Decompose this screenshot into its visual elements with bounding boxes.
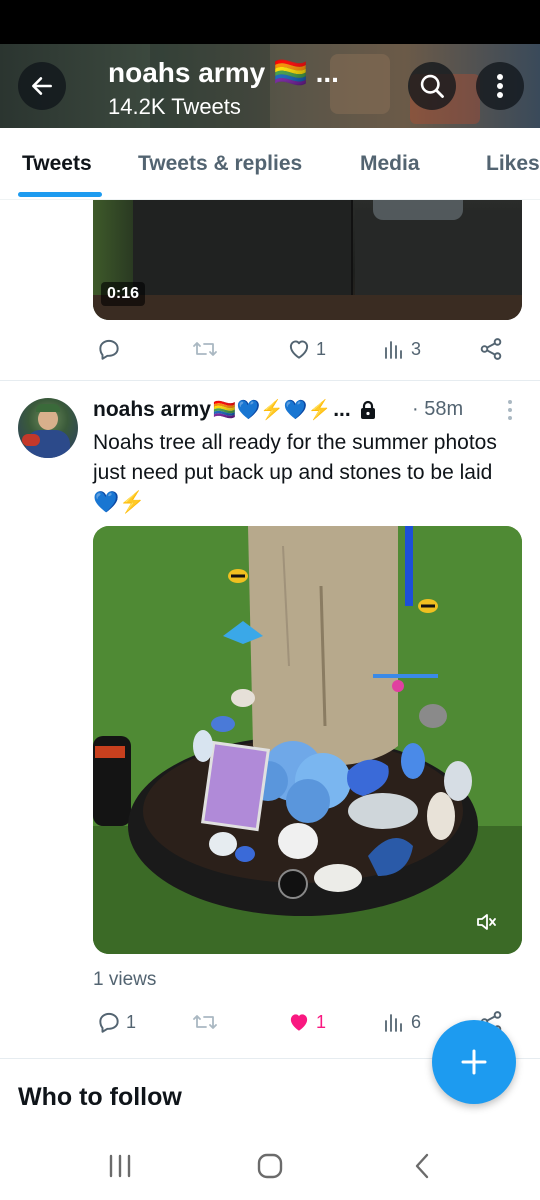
heart-icon	[290, 1014, 308, 1031]
tab-tweets-replies[interactable]: Tweets & replies	[138, 152, 302, 176]
retweet-button[interactable]	[191, 336, 223, 362]
tab-likes[interactable]: Likes	[486, 152, 540, 176]
like-count: 1	[316, 338, 327, 359]
video-scene-shape	[355, 210, 522, 300]
share-button[interactable]	[478, 336, 504, 362]
system-nav-bar	[0, 1130, 540, 1200]
plus-icon	[461, 1049, 487, 1075]
recent-apps-icon	[109, 1154, 131, 1178]
tab-tweets[interactable]: Tweets	[22, 152, 92, 176]
tweet-timestamp[interactable]: · 58m	[412, 398, 463, 421]
avatar[interactable]	[18, 398, 78, 458]
back-arrow-icon	[32, 77, 52, 95]
tweet-text: Noahs tree all ready for the summer phot…	[93, 431, 497, 514]
search-button[interactable]	[408, 62, 456, 110]
compose-tweet-button[interactable]	[432, 1020, 516, 1104]
reply-button[interactable]	[96, 336, 126, 362]
back-button[interactable]	[18, 62, 66, 110]
reply-button[interactable]: 1	[96, 1009, 136, 1035]
tweet-photo[interactable]	[93, 526, 522, 954]
profile-title: noahs army 🏳️‍🌈 ...	[108, 57, 339, 88]
video-thumbnail[interactable]: 0:16	[93, 200, 522, 320]
lock-icon	[360, 400, 375, 419]
analytics-button[interactable]: 3	[383, 336, 421, 362]
header-banner-shape	[330, 54, 390, 114]
tweet-count: 14.2K Tweets	[108, 94, 241, 119]
chevron-left-icon	[415, 1153, 429, 1179]
author-name-ellipsis: ...	[333, 398, 351, 421]
home-button[interactable]	[250, 1150, 290, 1182]
tab-media[interactable]: Media	[360, 152, 420, 176]
home-icon	[257, 1153, 283, 1179]
tweet-actions: 1 3	[93, 336, 513, 366]
tweet-author[interactable]: noahs army 🏳️‍🌈💙⚡💙⚡ ...	[93, 398, 377, 422]
video-scene-shape	[133, 200, 353, 300]
video-scene-shape	[93, 295, 522, 320]
analytics-icon	[385, 1014, 402, 1032]
reply-count: 1	[126, 1011, 137, 1032]
who-to-follow-heading: Who to follow	[18, 1083, 182, 1111]
analytics-button[interactable]: 6	[383, 1009, 421, 1035]
avatar-figure-shape	[22, 434, 40, 446]
more-vertical-icon	[497, 74, 503, 98]
author-name: noahs army	[93, 398, 211, 421]
share-icon	[480, 338, 502, 360]
tweet-more-icon[interactable]	[502, 398, 518, 422]
views-label: 1 views	[93, 969, 157, 990]
view-count: 6	[411, 1011, 422, 1032]
profile-header: noahs army 🏳️‍🌈 ... 14.2K Tweets	[0, 44, 540, 128]
like-count: 1	[316, 1011, 327, 1032]
author-name-emojis: 🏳️‍🌈💙⚡💙⚡	[212, 400, 332, 421]
analytics-icon	[385, 341, 402, 359]
reply-icon	[99, 339, 119, 360]
video-duration: 0:16	[101, 282, 146, 306]
reply-icon	[99, 1012, 119, 1033]
active-tab-indicator	[18, 192, 102, 197]
retweet-icon	[193, 1015, 217, 1029]
photo-illustration	[93, 526, 522, 954]
search-icon	[420, 74, 444, 98]
heart-icon	[289, 340, 309, 359]
retweet-button[interactable]	[191, 1009, 223, 1035]
status-bar	[0, 0, 540, 44]
like-button[interactable]: 1	[286, 1009, 326, 1035]
retweet-icon	[193, 342, 217, 356]
tweet-divider	[0, 380, 540, 381]
like-button[interactable]: 1	[286, 336, 326, 362]
view-count: 3	[411, 338, 422, 359]
mute-icon[interactable]	[474, 910, 498, 934]
more-options-button[interactable]	[476, 62, 524, 110]
back-nav-button[interactable]	[402, 1150, 442, 1182]
avatar-figure-shape	[36, 404, 60, 412]
profile-tabs: Tweets Tweets & replies Media Likes	[0, 128, 540, 200]
video-scene-shape	[373, 200, 463, 220]
recent-apps-button[interactable]	[100, 1150, 140, 1182]
